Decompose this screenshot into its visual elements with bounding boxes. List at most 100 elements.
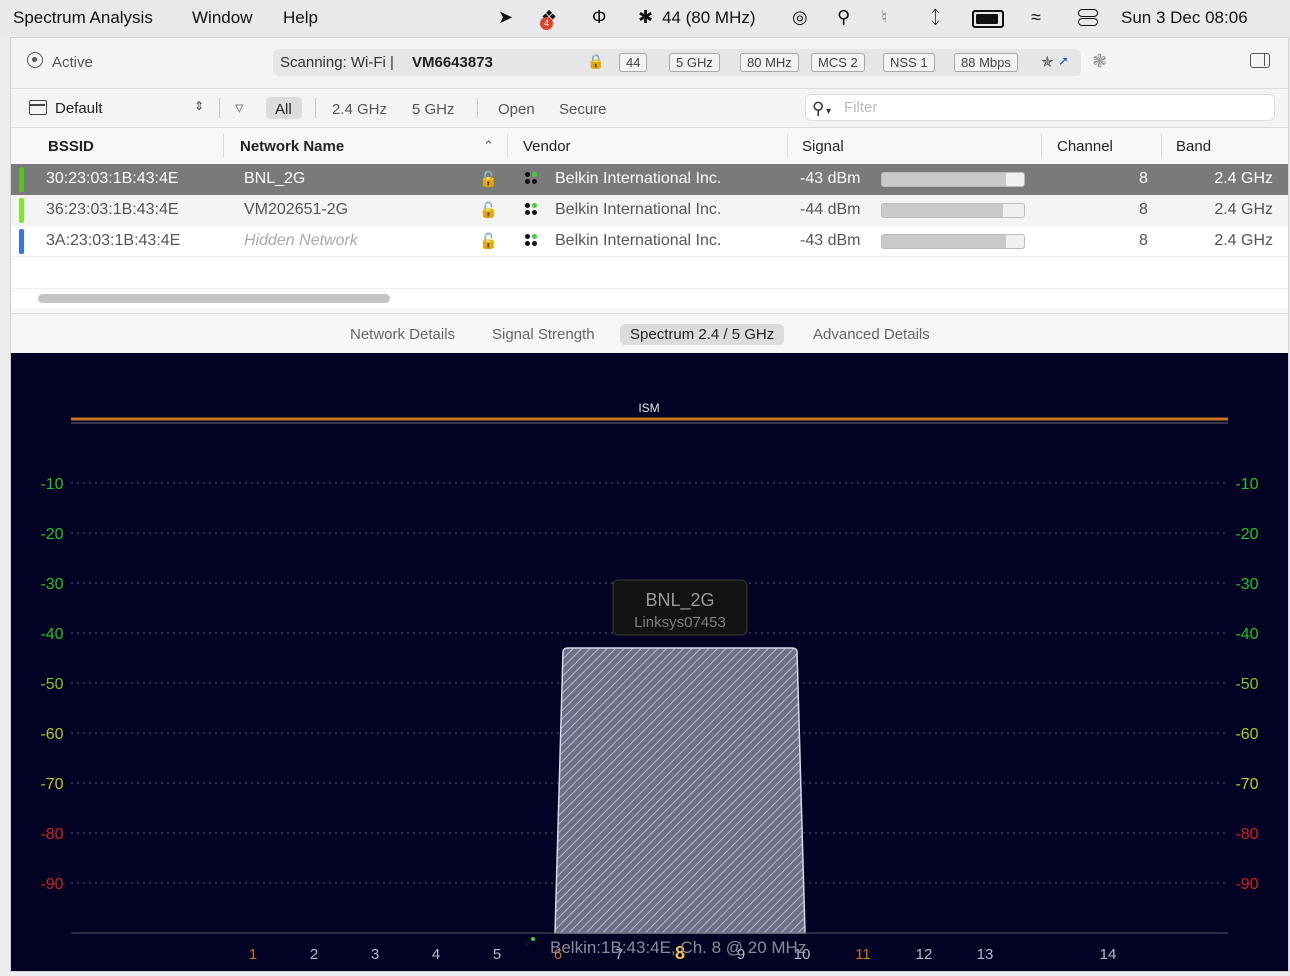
- y-tick-label: -80: [1235, 826, 1258, 843]
- airdrop-icon[interactable]: ◎: [792, 7, 808, 28]
- empty-row: [11, 256, 1288, 289]
- timing-icon[interactable]: Φ: [592, 7, 606, 28]
- x-tick-label: 4: [432, 946, 440, 963]
- channel-cell: 8: [1139, 232, 1148, 249]
- table-header: BSSID Network Name ⌃ Vendor Signal Chann…: [11, 128, 1288, 165]
- band-cell: 2.4 GHz: [1214, 201, 1273, 218]
- updown-chevron-icon[interactable]: ⇕: [194, 99, 204, 113]
- window-menu[interactable]: Window: [192, 8, 252, 28]
- spectrum-svg: ISM -10 -10 -20 -20 -30 -30 -40 -40 -50 -50 -60 -60…: [40, 401, 1258, 963]
- tooltip-vendor-label: Linksys07453: [634, 614, 726, 631]
- rate-chip: 88 Mbps: [954, 53, 1018, 72]
- filter-open[interactable]: Open: [498, 101, 535, 118]
- x-tick-label: 13: [977, 946, 994, 963]
- band-cell: 2.4 GHz: [1214, 170, 1273, 187]
- help-menu[interactable]: Help: [283, 8, 318, 28]
- col-vendor[interactable]: Vendor: [523, 138, 571, 155]
- tab-advanced-details[interactable]: Advanced Details: [803, 324, 940, 345]
- bssid-cell: 3A:23:03:1B:43:4E: [46, 232, 181, 249]
- network-spectrum-shape[interactable]: [554, 647, 806, 934]
- signal-cell: -44 dBm: [800, 201, 861, 218]
- tab-spectrum[interactable]: Spectrum 2.4 / 5 GHz: [620, 324, 785, 345]
- filter-all[interactable]: All: [275, 101, 292, 118]
- y-tick-label: -10: [40, 476, 63, 493]
- signal-cell: -43 dBm: [800, 232, 861, 249]
- divider: [315, 98, 316, 118]
- bluetooth-icon[interactable]: ᛨ: [930, 7, 941, 28]
- filter-5ghz[interactable]: 5 GHz: [412, 101, 455, 118]
- col-channel[interactable]: Channel: [1057, 138, 1113, 155]
- vendor-cell: Belkin International Inc.: [555, 232, 722, 249]
- connected-ssid: VM6643873: [412, 54, 493, 71]
- app-menu[interactable]: Spectrum Analysis: [13, 8, 153, 28]
- table-row[interactable]: 30:23:03:1B:43:4E BNL_2G 🔓 Belkin Internati…: [11, 164, 1288, 195]
- spectrum-chart: ISM -10 -10 -20 -20 -30 -30 -40 -40 -50 -50 -60 -60…: [11, 353, 1288, 971]
- profile-select[interactable]: Default: [55, 100, 103, 117]
- scan-status[interactable]: Active: [52, 54, 93, 71]
- col-signal[interactable]: Signal: [802, 138, 844, 155]
- mute-icon[interactable]: ♮: [881, 7, 887, 28]
- control-center-icon[interactable]: [1078, 9, 1098, 26]
- wifi6-icon: ✯: [1041, 54, 1054, 71]
- lock-icon: 🔓: [479, 233, 498, 250]
- network-name-cell: VM202651-2G: [244, 201, 349, 218]
- activity-icon[interactable]: [27, 52, 43, 68]
- channel-cell: 8: [1139, 201, 1148, 218]
- filter-funnel-icon[interactable]: ▿: [235, 98, 244, 118]
- spinner-icon: ❃: [1092, 51, 1108, 71]
- table-row[interactable]: 36:23:03:1B:43:4E VM202651-2G 🔓 Belkin Inte…: [11, 195, 1288, 226]
- chevron-down-icon: ▾: [826, 106, 832, 117]
- filter-search-input[interactable]: ⚲ ▾ Filter: [805, 94, 1275, 121]
- wifi-icon[interactable]: ≈: [1031, 7, 1041, 28]
- y-tick-label: -20: [1235, 526, 1258, 543]
- y-tick-label: -50: [1235, 676, 1258, 693]
- vendor-logo-icon: [525, 935, 538, 953]
- tab-signal-strength[interactable]: Signal Strength: [482, 324, 605, 345]
- wifi-signal-app-icon[interactable]: ✱: [638, 7, 653, 28]
- search-icon: ⚲: [812, 99, 825, 118]
- y-tick-label: -40: [40, 626, 63, 643]
- filter-secure[interactable]: Secure: [559, 101, 607, 118]
- bssid-cell: 30:23:03:1B:43:4E: [46, 170, 179, 187]
- wifi-channel-status[interactable]: 44 (80 MHz): [662, 8, 756, 28]
- y-tick-label: -40: [1235, 626, 1258, 643]
- ism-label: ISM: [638, 401, 659, 415]
- filter-placeholder: Filter: [844, 99, 878, 116]
- table-row[interactable]: 3A:23:03:1B:43:4E Hidden Network 🔓 Belkin I…: [11, 226, 1288, 257]
- divider: [477, 98, 478, 118]
- y-tick-label: -10: [1235, 476, 1258, 493]
- network-color-strip: [19, 198, 24, 223]
- filter-24ghz[interactable]: 2.4 GHz: [332, 101, 387, 118]
- detail-tabs: Network Details Signal Strength Spectrum…: [11, 313, 1288, 354]
- menu-bar: Spectrum Analysis Window Help ➤ ❖ 4 Φ ✱ …: [0, 0, 1290, 36]
- chart-footer-label: Belkin:1B:43:4E, Ch. 8 @ 20 MHz: [550, 938, 807, 957]
- y-tick-label: -80: [40, 826, 63, 843]
- clock[interactable]: Sun 3 Dec 08:06: [1121, 8, 1248, 28]
- dropbox-badge: 4: [540, 17, 553, 30]
- app-window: Active Scanning: Wi-Fi | VM6643873 🔒 44 …: [10, 37, 1289, 972]
- y-tick-label: -30: [1235, 576, 1258, 593]
- y-tick-label: -70: [1235, 776, 1258, 793]
- col-band[interactable]: Band: [1176, 138, 1211, 155]
- battery-icon[interactable]: [972, 10, 1004, 28]
- location-arrow-icon[interactable]: ➤: [498, 7, 513, 28]
- col-bssid[interactable]: BSSID: [48, 138, 94, 155]
- x-tick-label: 3: [371, 946, 379, 963]
- col-network-name[interactable]: Network Name: [240, 138, 344, 155]
- lock-icon: 🔒: [587, 53, 605, 69]
- search-icon[interactable]: ⚲: [837, 7, 850, 28]
- sort-ascending-icon[interactable]: ⌃: [483, 138, 494, 154]
- network-name-cell: BNL_2G: [244, 170, 306, 187]
- y-tick-label: -30: [40, 576, 63, 593]
- lock-icon: 🔓: [479, 171, 498, 188]
- divider: [219, 98, 220, 118]
- horizontal-scrollbar[interactable]: [38, 294, 390, 303]
- y-tick-label: -70: [40, 776, 63, 793]
- signal-bar: [881, 234, 1025, 249]
- scan-info-box: Scanning: Wi-Fi | VM6643873 🔒 44 5 GHz 8…: [273, 49, 1081, 76]
- y-tick-label: -50: [40, 676, 63, 693]
- tab-network-details[interactable]: Network Details: [340, 324, 465, 345]
- x-tick-label: 1: [249, 946, 257, 963]
- tooltip-network-name: BNL_2G: [645, 590, 714, 611]
- sidebar-toggle-icon[interactable]: [1250, 53, 1270, 68]
